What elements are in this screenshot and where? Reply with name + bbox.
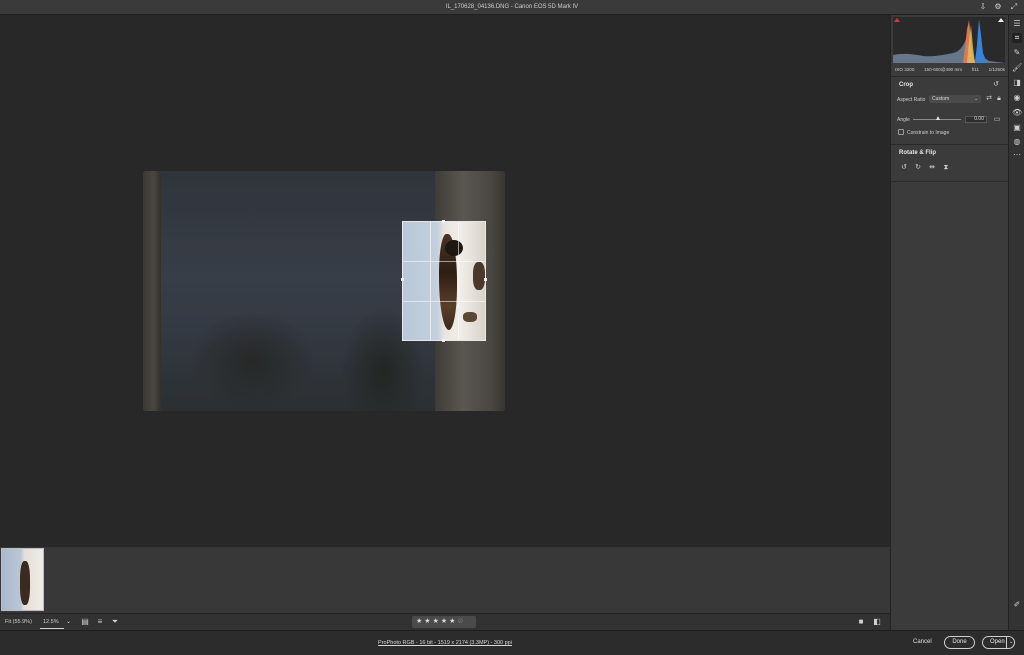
rotate-left-icon[interactable]: ↺	[900, 164, 908, 172]
crop-handle-top[interactable]	[442, 220, 445, 223]
title-bar: IL_170628_04136.DNG - Canon EOS 5D Mark …	[0, 0, 1024, 15]
status-bar: ProPhoto RGB - 16 bit - 1519 x 2174 (3.3…	[0, 630, 1024, 655]
star-icon[interactable]: ★	[433, 618, 441, 625]
save-icon[interactable]: ⇩	[978, 2, 988, 12]
divider	[891, 144, 1009, 145]
fit-zoom-button[interactable]: Fit (55.9%)	[5, 619, 32, 625]
healing-icon[interactable]: ✎	[1012, 48, 1022, 58]
divider	[891, 181, 1009, 182]
constrain-label: Constrain to Image	[907, 130, 950, 136]
more-icon[interactable]: ⋯	[1012, 150, 1022, 160]
done-button[interactable]: Done	[944, 636, 975, 649]
shadow-clipping-warning-icon[interactable]	[894, 18, 900, 22]
open-options-chevron-icon[interactable]: ⌄	[1009, 637, 1013, 648]
crop-handle-bottom[interactable]	[442, 339, 445, 342]
bark-mark	[473, 262, 485, 290]
highlight-clipping-warning-icon[interactable]	[998, 18, 1004, 22]
crop-box[interactable]	[402, 221, 486, 341]
zoom-level-field[interactable]: 12.5%	[40, 616, 64, 629]
shutter-value: 1/1250s	[988, 67, 1005, 72]
reset-crop-icon[interactable]: ↺	[992, 81, 1000, 89]
star-rating[interactable]: ★★★★★⊘	[412, 616, 476, 628]
window-title: IL_170628_04136.DNG - Canon EOS 5D Mark …	[445, 4, 579, 10]
rotate-right-icon[interactable]: ↻	[914, 164, 922, 172]
edit-sliders-icon[interactable]: ☰	[1012, 19, 1022, 29]
rotate-flip-title: Rotate & Flip	[899, 150, 936, 156]
straighten-tool-icon[interactable]: ▭	[993, 116, 1001, 124]
image-canvas[interactable]	[0, 15, 890, 547]
workflow-options-link[interactable]: ProPhoto RGB - 16 bit - 1519 x 2174 (3.3…	[0, 640, 890, 646]
histogram	[893, 17, 1005, 63]
crop-icon[interactable]: ⌗	[1012, 33, 1022, 43]
angle-input[interactable]: 0.00	[965, 116, 987, 123]
tool-strip: ☰ ⌗ ✎ 🖌︎ ◨ ◉ 👁︎ ▣ ◍ ⋯ ✐	[1008, 15, 1024, 630]
woodpecker-head	[445, 240, 463, 256]
crop-handle-right[interactable]	[484, 278, 487, 281]
brush-icon[interactable]: 🖌︎	[1012, 63, 1022, 73]
presets-icon[interactable]: ◍	[1012, 137, 1022, 147]
chevron-down-icon: ⌄	[974, 96, 978, 101]
single-view-icon[interactable]: ■	[856, 617, 866, 627]
lens-value: 150-600@490 mm	[924, 67, 963, 72]
iso-value: ISO 3200	[895, 67, 915, 72]
radial-filter-icon[interactable]: ◉	[1012, 93, 1022, 103]
filter-icon[interactable]: ⏷	[110, 617, 120, 627]
crop-handle-left[interactable]	[401, 278, 404, 281]
eyedropper-icon[interactable]: ✐	[1012, 600, 1022, 610]
crop-grid-line	[403, 301, 485, 302]
lock-icon[interactable]: 🔒︎	[995, 95, 1003, 103]
snapshots-icon[interactable]: ▣	[1012, 123, 1022, 133]
aspect-ratio-select[interactable]: Custom ⌄	[929, 95, 981, 103]
open-button-divider	[1006, 637, 1007, 648]
sort-icon[interactable]: ≡	[95, 617, 105, 627]
filmstrip-view-icon[interactable]: ▤	[80, 617, 90, 627]
open-button-label: Open	[990, 639, 1005, 645]
filmstrip	[0, 547, 890, 613]
aspect-ratio-label: Aspect Ratio	[897, 97, 926, 103]
canvas-bottom-bar: Fit (55.9%) 12.5% ⌄ ▤ ≡ ⏷ ★★★★★⊘ ■ ◧	[0, 613, 890, 630]
angle-slider-handle[interactable]	[936, 116, 940, 120]
flip-horizontal-icon[interactable]: ⇹	[928, 164, 936, 172]
crop-grid-line	[430, 222, 431, 340]
red-eye-icon[interactable]: 👁︎	[1012, 108, 1022, 118]
divider	[891, 76, 1009, 77]
zoom-chevron-down-icon[interactable]: ⌄	[66, 618, 71, 625]
reject-icon[interactable]: ⊘	[457, 618, 465, 625]
star-icon[interactable]: ★	[424, 618, 432, 625]
thumbnail-bird	[20, 561, 30, 605]
cancel-button[interactable]: Cancel	[913, 639, 932, 645]
swap-orientation-icon[interactable]: ⇄	[985, 95, 993, 103]
histogram-graph	[893, 19, 1005, 63]
star-icon[interactable]: ★	[441, 618, 449, 625]
crop-grid-line	[403, 261, 485, 262]
exif-info: ISO 3200 150-600@490 mm f/11 1/1250s	[895, 67, 1005, 72]
constrain-checkbox[interactable]	[898, 129, 904, 135]
aperture-value: f/11	[971, 67, 980, 72]
bark-mark	[463, 312, 477, 322]
flip-vertical-icon[interactable]: ⧗	[942, 164, 950, 172]
crop-section-title: Crop	[899, 82, 913, 88]
open-button[interactable]: Open ⌄	[982, 636, 1015, 649]
graduated-filter-icon[interactable]: ◨	[1012, 78, 1022, 88]
crop-grid-line	[458, 222, 459, 340]
expand-icon[interactable]: ⤢	[1009, 2, 1019, 12]
aspect-ratio-value: Custom	[932, 96, 950, 102]
edit-panel: ISO 3200 150-600@490 mm f/11 1/1250s Cro…	[890, 15, 1009, 630]
gear-icon[interactable]: ⚙	[993, 2, 1003, 12]
before-after-icon[interactable]: ◧	[872, 617, 882, 627]
filmstrip-thumbnail[interactable]	[1, 548, 44, 611]
angle-label: Angle	[897, 117, 910, 123]
